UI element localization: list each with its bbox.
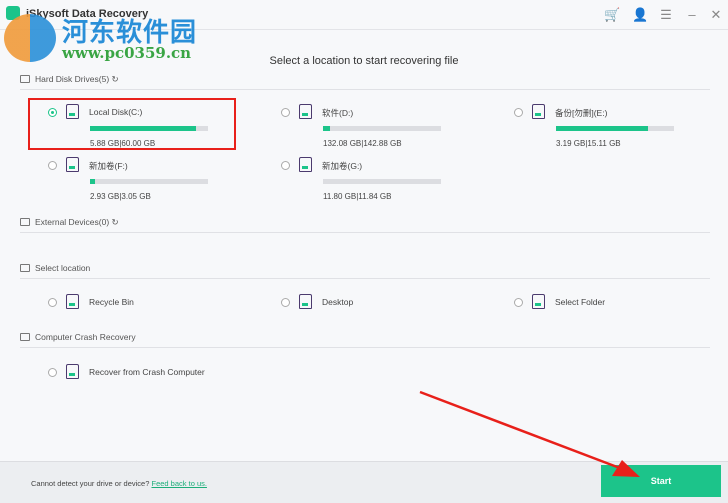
drive-size: 132.08 GB|142.88 GB: [323, 139, 402, 148]
drive-name: 新加卷(F:): [89, 161, 128, 171]
refresh-icon[interactable]: ↻: [112, 217, 119, 227]
drive-size: 2.93 GB|3.05 GB: [90, 192, 151, 201]
section-label: Select location: [35, 263, 91, 273]
footer-message: Cannot detect your drive or device?: [31, 479, 150, 488]
location-label: Recycle Bin: [89, 297, 134, 307]
section-external-devices: External Devices(0) ↻: [20, 217, 710, 233]
drive-usage-bar: [556, 126, 674, 131]
external-device-icon: [20, 218, 30, 226]
section-label: External Devices(0): [35, 217, 110, 227]
drive-icon: [299, 157, 312, 172]
computer-icon: [66, 364, 79, 379]
drive-name: 新加卷(G:): [322, 161, 363, 171]
location-label: Desktop: [322, 297, 354, 307]
refresh-icon[interactable]: ↻: [112, 74, 119, 84]
selection-highlight: [28, 98, 236, 150]
drive-usage-fill: [556, 126, 649, 131]
drive-usage-fill: [90, 179, 95, 184]
folder-icon: [532, 294, 545, 309]
start-button[interactable]: Start: [601, 465, 721, 497]
section-label: Computer Crash Recovery: [35, 332, 136, 342]
drive-name: 软件(D:): [322, 108, 354, 118]
drive-name: 备份[勿删](E:): [555, 108, 608, 118]
radio-button[interactable]: [48, 161, 57, 170]
section-hard-disk-drives: Hard Disk Drives(5) ↻: [20, 74, 710, 90]
recycle-bin-icon: [66, 294, 79, 309]
drive-size: 3.19 GB|15.11 GB: [556, 139, 621, 148]
drive-usage-fill: [323, 126, 331, 131]
location-icon: [20, 264, 30, 272]
crash-icon: [20, 333, 30, 341]
section-select-location: Select location: [20, 263, 710, 279]
radio-button[interactable]: [281, 298, 290, 307]
page-heading: Select a location to start recovering fi…: [269, 55, 459, 67]
user-icon[interactable]: 👤: [632, 7, 648, 23]
radio-button[interactable]: [281, 108, 290, 117]
radio-button[interactable]: [514, 108, 523, 117]
desktop-icon: [299, 294, 312, 309]
menu-icon[interactable]: ☰: [658, 7, 674, 23]
radio-button[interactable]: [281, 161, 290, 170]
radio-button[interactable]: [514, 298, 523, 307]
drive-usage-bar: [90, 179, 208, 184]
section-crash-recovery: Computer Crash Recovery: [20, 332, 710, 348]
drive-usage-bar: [323, 179, 441, 184]
drive-icon: [66, 157, 79, 172]
radio-button[interactable]: [48, 298, 57, 307]
cart-icon[interactable]: 🛒: [604, 7, 620, 23]
radio-button[interactable]: [48, 368, 57, 377]
hard-disk-icon: [20, 75, 30, 83]
drive-usage-bar: [323, 126, 441, 131]
minimize-icon[interactable]: –: [684, 7, 700, 22]
drive-icon: [299, 104, 312, 119]
footer-text: Cannot detect your drive or device? Feed…: [31, 479, 207, 488]
feedback-link[interactable]: Feed back to us.: [152, 479, 207, 488]
drive-icon: [532, 104, 545, 119]
crash-label: Recover from Crash Computer: [89, 367, 205, 377]
location-label: Select Folder: [555, 297, 606, 307]
drive-size: 11.80 GB|11.84 GB: [323, 192, 392, 201]
section-label: Hard Disk Drives(5): [35, 74, 110, 84]
close-icon[interactable]: ✕: [708, 7, 724, 23]
